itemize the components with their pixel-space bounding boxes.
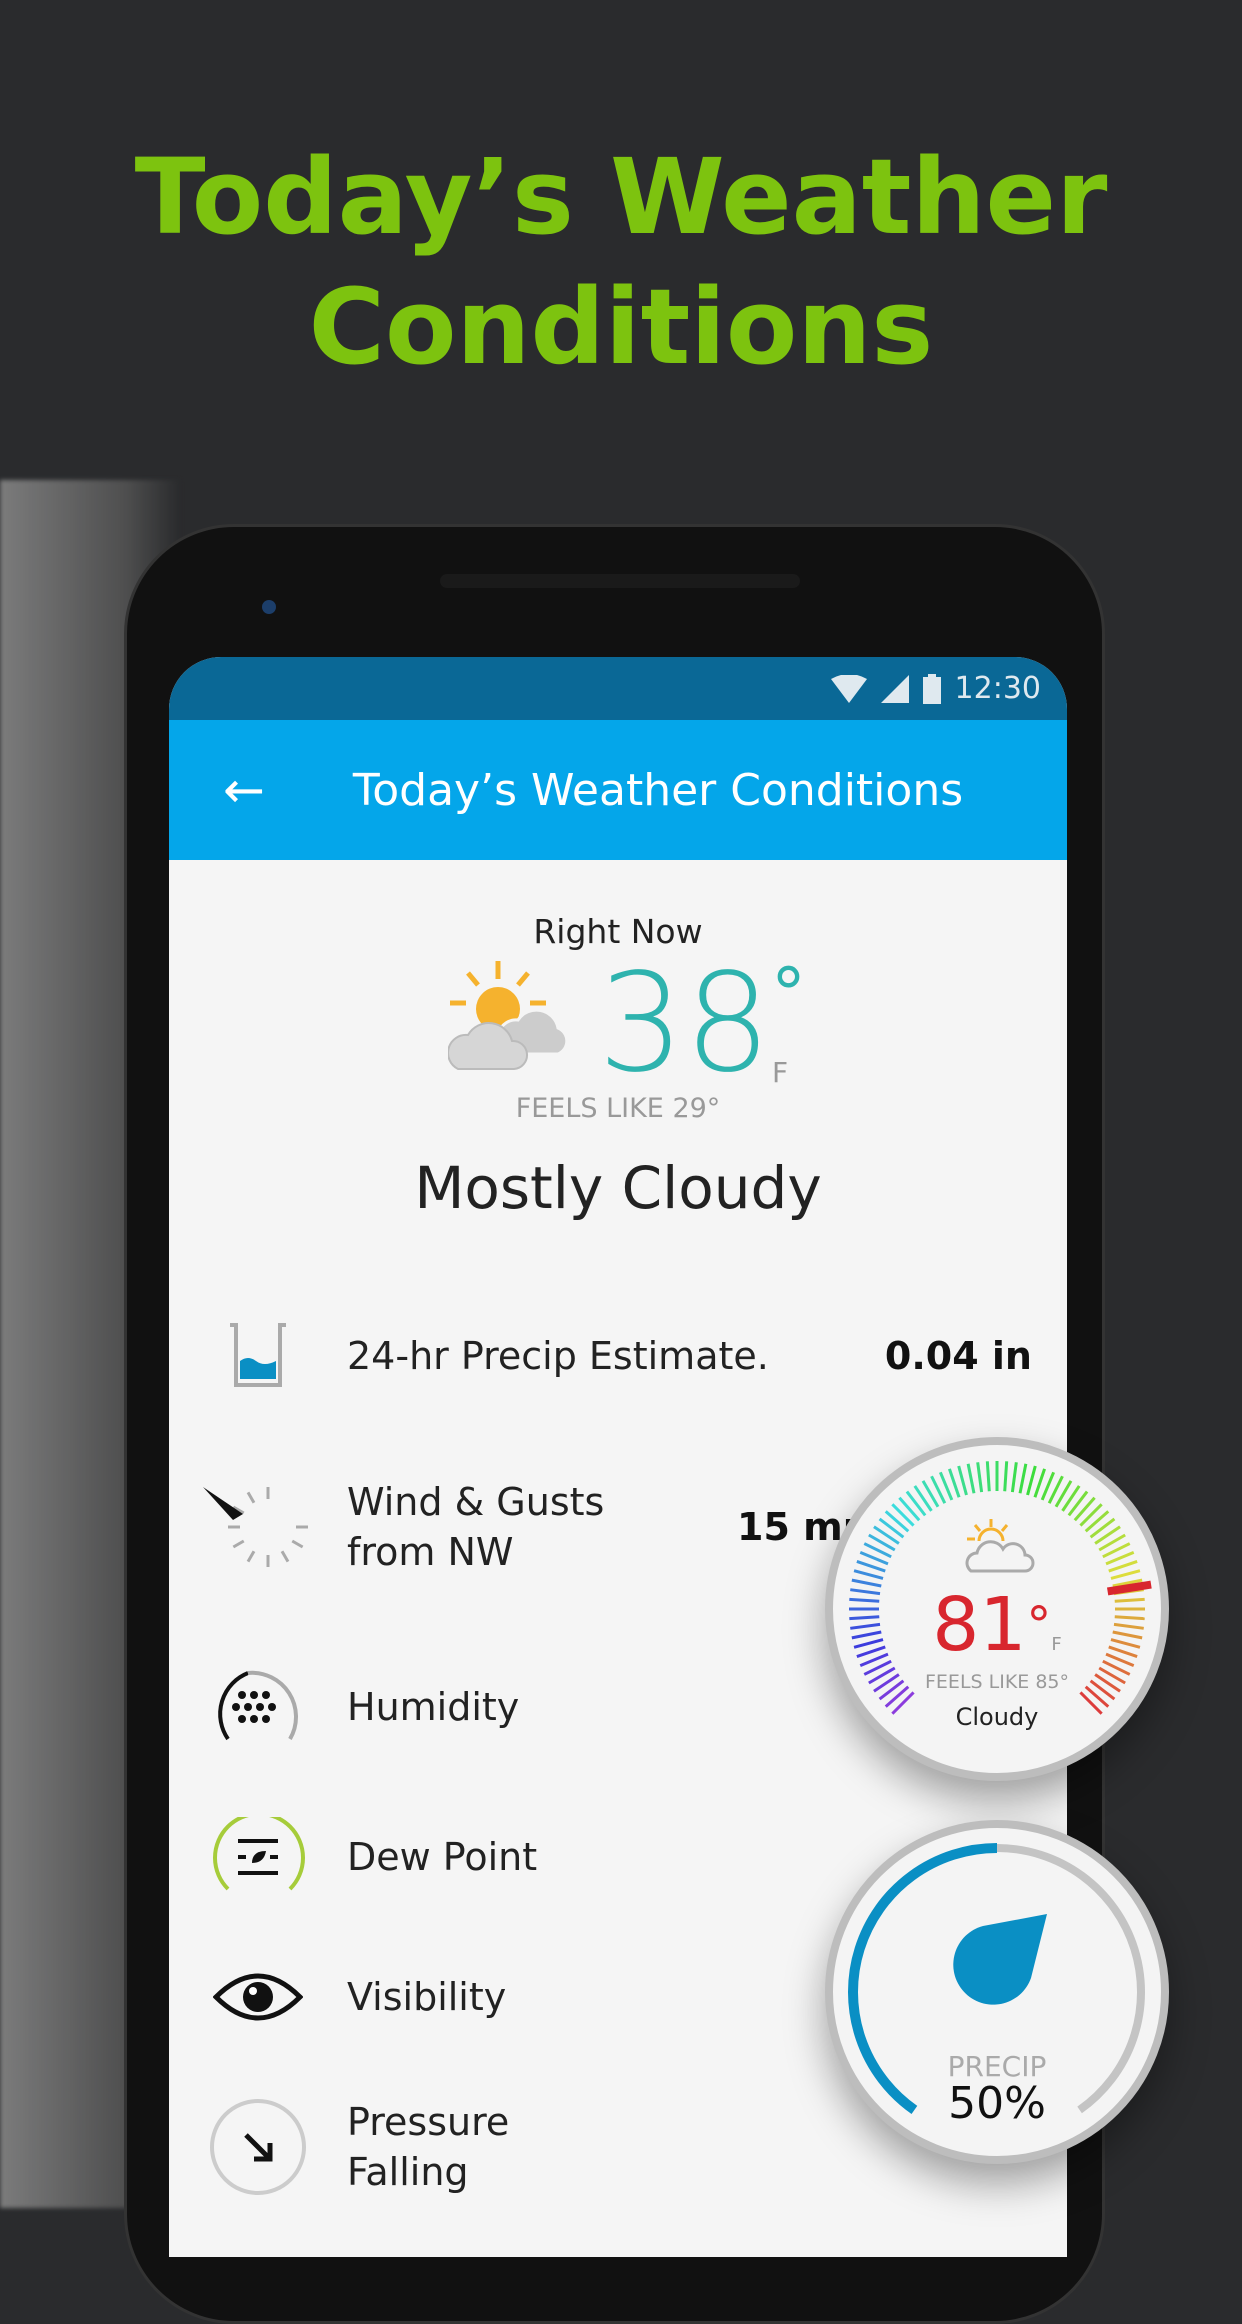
headline: Today’s Weather Conditions (0, 132, 1242, 392)
gauge-tick (1033, 1468, 1046, 1498)
gauge-tick (891, 1503, 915, 1527)
row-label: Wind & Gusts (347, 1480, 605, 1524)
gauge-tick (957, 1465, 968, 1496)
gauge-tick (853, 1569, 884, 1580)
feels-like: FEELS LIKE 29° (515, 1093, 721, 1124)
condition-text: Mostly Cloudy (414, 1154, 822, 1222)
gauge-tick (1108, 1560, 1138, 1573)
dew-point-icon (213, 1817, 305, 1891)
row-value: 0.04 in (884, 1334, 1032, 1378)
temp-gauge-widget[interactable]: 81°F FEELS LIKE 85° Cloudy (825, 1437, 1169, 1781)
temp-unit: F (771, 1056, 789, 1089)
gauge-tick (1079, 1503, 1103, 1527)
row-label: 24-hr Precip Estimate. (347, 1334, 769, 1378)
app-bar: ← Today’s Weather Conditions (169, 720, 1067, 860)
gauge-tick (898, 1496, 921, 1522)
degree-symbol: ° (770, 953, 806, 1035)
wifi-icon (830, 674, 867, 703)
temp-value: 38 (597, 945, 771, 1103)
humidity-icon (218, 1670, 298, 1741)
row-label: Humidity (347, 1685, 520, 1729)
row-label: Pressure (347, 2100, 510, 2144)
compass-tick (246, 1491, 256, 1504)
gauge-tick (966, 1463, 976, 1494)
arrow-left-icon: ← (223, 761, 265, 819)
status-time: 12:30 (954, 671, 1041, 706)
row-label: Dew Point (347, 1835, 538, 1879)
camera (262, 600, 276, 614)
gauge-unit: F (1051, 1634, 1062, 1655)
battery-icon (922, 673, 941, 704)
gauge-tick (1010, 1462, 1018, 1493)
precip-value: 50% (948, 2078, 1046, 2129)
raindrop-icon (953, 1914, 1047, 2005)
gauge-tick (1073, 1496, 1096, 1522)
gauge-tick (884, 1510, 910, 1533)
gauge-tick (1026, 1465, 1037, 1496)
gauge-condition: Cloudy (955, 1703, 1039, 1731)
speaker (440, 574, 800, 588)
gauge-temp: 81°F (833, 1585, 1161, 1685)
gauge-tick (856, 1560, 886, 1573)
rain-gauge-icon (230, 1323, 286, 1387)
eye-icon (213, 1973, 303, 2021)
gauge-degree: ° (1026, 1596, 1052, 1654)
headline-line-1: Today’s Weather (134, 136, 1108, 258)
back-button[interactable]: ← (169, 761, 319, 819)
partly-cloudy-icon (965, 1519, 1035, 1573)
current-temp: 38 ° F (169, 945, 1067, 1103)
gauge-tick (985, 1461, 991, 1492)
gauge-tick (1018, 1463, 1028, 1494)
row-sublabel: Falling (347, 2150, 469, 2194)
compass-tick (232, 1539, 245, 1549)
partly-cloudy-icon (447, 961, 569, 1070)
gauge-tick (1084, 1510, 1110, 1533)
list-item-precip[interactable]: 24-hr Precip Estimate. 0.04 in (169, 1321, 1067, 1391)
compass-tick (246, 1550, 256, 1563)
row-label: Visibility (347, 1975, 507, 2019)
gauge-tick (1110, 1569, 1141, 1580)
gauge-tick (1003, 1461, 1009, 1492)
gauge-tick (976, 1462, 984, 1493)
page-title: Today’s Weather Conditions (352, 764, 964, 816)
wind-compass-icon (203, 1487, 308, 1567)
precip-gauge-widget[interactable]: PRECIP 50% (825, 1820, 1169, 2164)
gauge-tick (948, 1468, 961, 1498)
signal-icon (880, 674, 909, 703)
headline-line-2: Conditions (308, 266, 934, 388)
status-bar: 12:30 (169, 657, 1067, 720)
gauge-feels-like: FEELS LIKE 85° (925, 1671, 1069, 1693)
pressure-arrow-icon (210, 2099, 306, 2195)
row-sublabel: from NW (347, 1530, 514, 1574)
compass-tick (280, 1550, 290, 1563)
compass-tick (291, 1539, 304, 1549)
gauge-temp-value: 81 (932, 1582, 1027, 1668)
